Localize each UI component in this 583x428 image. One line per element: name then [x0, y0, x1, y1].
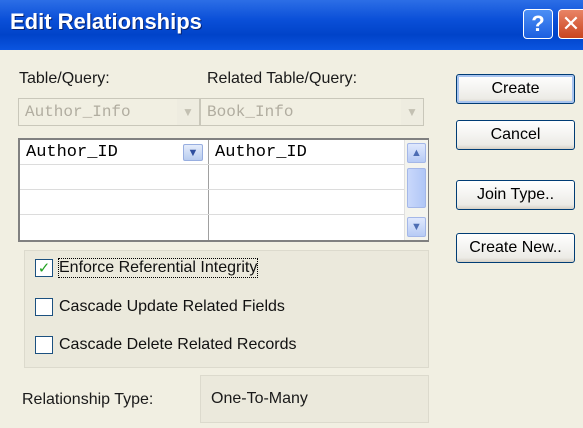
check-icon: ✓ — [37, 260, 51, 277]
scroll-thumb[interactable] — [407, 168, 426, 208]
help-icon: ? — [531, 11, 545, 36]
relationship-type-value: One-To-Many — [211, 390, 308, 407]
join-type-button[interactable]: Join Type.. — [456, 180, 575, 210]
grid-row[interactable] — [20, 215, 404, 240]
enforce-integrity-checkbox[interactable]: ✓ — [35, 259, 53, 277]
grid-row[interactable] — [20, 190, 404, 215]
relationship-type-box: One-To-Many — [200, 375, 429, 423]
integrity-options-group: ✓ Enforce Referential Integrity Cascade … — [24, 250, 429, 368]
cascade-delete-label[interactable]: Cascade Delete Related Records — [59, 336, 296, 354]
create-new-button[interactable]: Create New.. — [456, 233, 575, 263]
fields-grid: Author_ID ▼ Author_ID ▲ ▼ — [18, 138, 429, 242]
table-query-label: Table/Query: — [19, 70, 110, 87]
table-query-value: Author_Info — [25, 103, 131, 121]
grid-row[interactable] — [20, 165, 404, 190]
chevron-down-icon: ▼ — [177, 99, 199, 125]
cascade-delete-checkbox[interactable] — [35, 336, 53, 354]
cascade-update-option[interactable]: Cascade Update Related Fields — [35, 298, 285, 316]
table-query-combo[interactable]: Author_Info ▼ — [18, 98, 200, 126]
window-title: Edit Relationships — [10, 9, 202, 34]
title-bar: Edit Relationships ? ✕ — [0, 0, 583, 50]
relationship-type-label: Relationship Type: — [22, 391, 154, 408]
cascade-update-checkbox[interactable] — [35, 298, 53, 316]
close-button[interactable]: ✕ — [558, 9, 583, 39]
primary-field-cell[interactable]: Author_ID — [26, 143, 118, 162]
chevron-down-icon[interactable]: ▼ — [183, 144, 203, 161]
related-field-cell[interactable]: Author_ID — [215, 143, 307, 162]
enforce-integrity-label[interactable]: Enforce Referential Integrity — [57, 258, 259, 278]
grid-row[interactable]: Author_ID ▼ Author_ID — [20, 140, 404, 165]
related-table-query-combo[interactable]: Book_Info ▼ — [200, 98, 424, 126]
scroll-up-icon[interactable]: ▲ — [407, 143, 426, 163]
cancel-button[interactable]: Cancel — [456, 120, 575, 150]
close-icon: ✕ — [561, 11, 581, 36]
chevron-down-icon: ▼ — [401, 99, 423, 125]
enforce-integrity-option[interactable]: ✓ Enforce Referential Integrity — [35, 258, 259, 278]
create-button[interactable]: Create — [456, 74, 575, 104]
cascade-update-label[interactable]: Cascade Update Related Fields — [59, 298, 285, 316]
cascade-delete-option[interactable]: Cascade Delete Related Records — [35, 336, 296, 354]
related-table-query-label: Related Table/Query: — [207, 70, 358, 87]
vertical-scrollbar[interactable]: ▲ ▼ — [404, 140, 428, 240]
help-button[interactable]: ? — [523, 9, 553, 39]
scroll-down-icon[interactable]: ▼ — [407, 217, 426, 237]
related-table-query-value: Book_Info — [207, 103, 294, 121]
